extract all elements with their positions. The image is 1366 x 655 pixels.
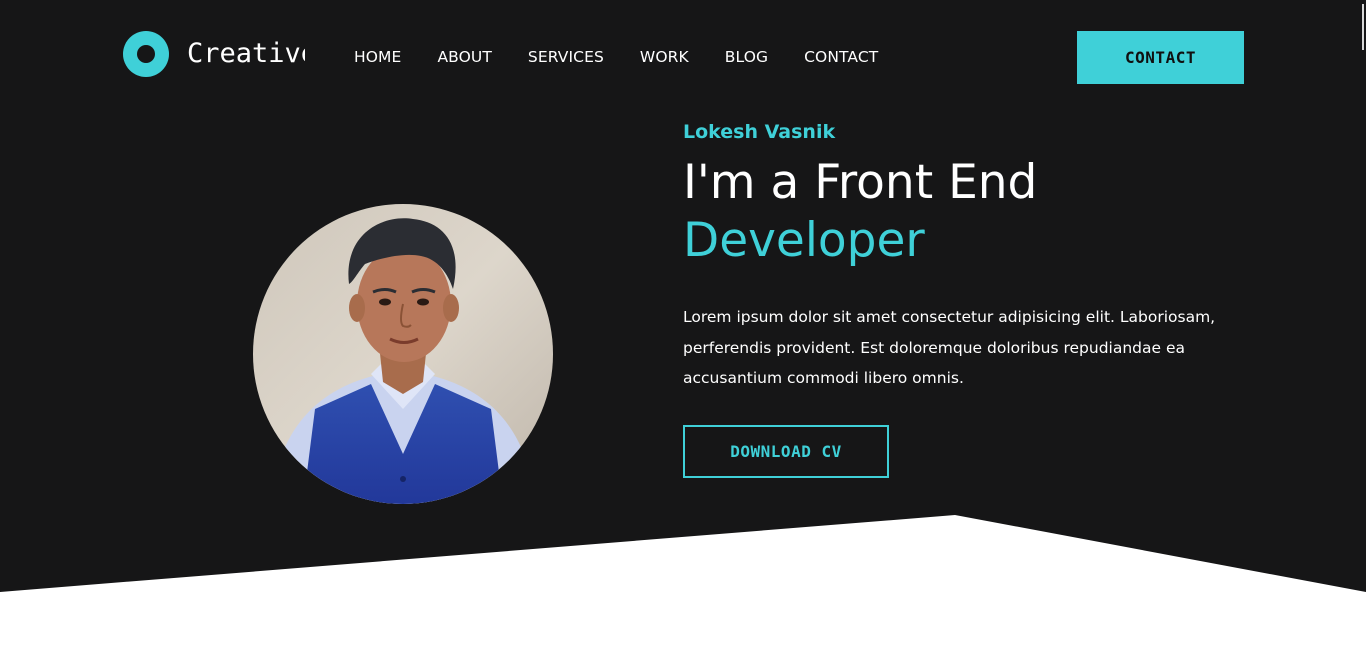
main-nav: HOME ABOUT SERVICES WORK BLOG CONTACT	[354, 46, 914, 68]
scrollbar[interactable]	[1360, 0, 1366, 655]
hero-title: I'm a Front End Developer	[683, 154, 1037, 270]
nav-contact[interactable]: CONTACT	[804, 46, 878, 68]
logo-icon[interactable]	[123, 31, 169, 77]
page: Creative HOME ABOUT SERVICES WORK BLOG C…	[0, 0, 1366, 655]
hero-title-accent: Developer	[683, 213, 925, 268]
contact-button[interactable]: CONTACT	[1077, 31, 1244, 84]
hero-title-line1: I'm a Front End	[683, 155, 1038, 210]
nav-home[interactable]: HOME	[354, 46, 401, 68]
nav-work[interactable]: WORK	[640, 46, 689, 68]
nav-services[interactable]: SERVICES	[528, 46, 604, 68]
avatar	[253, 204, 553, 504]
logo-text[interactable]: Creative	[187, 36, 305, 72]
scrollbar-thumb[interactable]	[1362, 4, 1364, 50]
download-cv-button[interactable]: DOWNLOAD CV	[683, 425, 889, 478]
hero-description: Lorem ipsum dolor sit amet consectetur a…	[683, 308, 1216, 387]
nav-about[interactable]: ABOUT	[437, 46, 491, 68]
nav-blog[interactable]: BLOG	[725, 46, 768, 68]
hero-name: Lokesh Vasnik	[683, 121, 836, 143]
profile-photo-icon	[253, 204, 553, 504]
